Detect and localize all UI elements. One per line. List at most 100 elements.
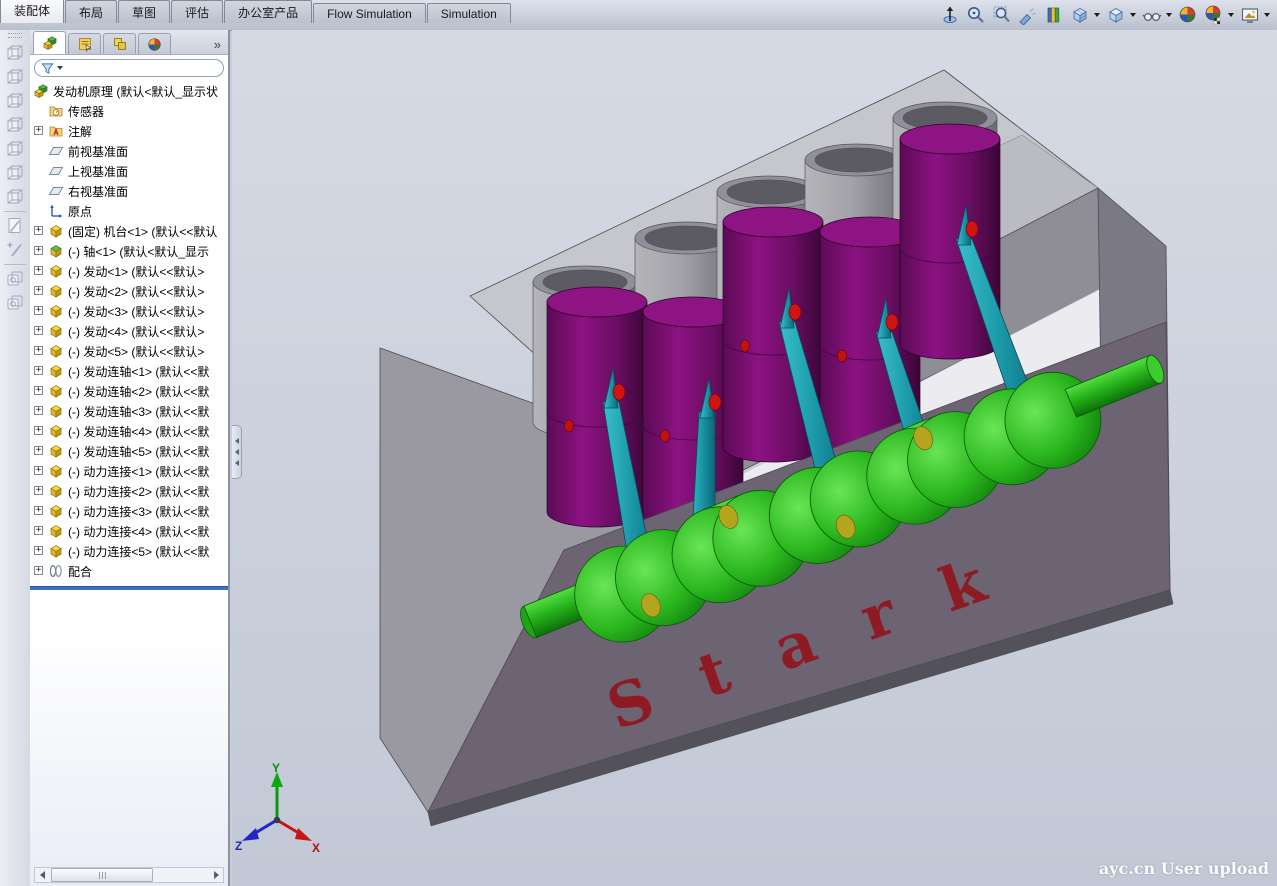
tree-item-right-plane[interactable]: 右视基准面 [30, 181, 228, 201]
expander[interactable]: + [34, 226, 43, 235]
previous-view-icon[interactable] [1016, 3, 1039, 26]
tree-item-machine-base[interactable]: +(固定) 机台<1> (默认<<默认 [30, 221, 228, 241]
tab-configuration-manager[interactable] [103, 33, 136, 54]
expander[interactable]: + [34, 126, 43, 135]
mates-icon [48, 563, 64, 579]
hide-show-items-dropdown[interactable] [1166, 13, 1172, 17]
tab-sketch[interactable]: 草图 [118, 0, 170, 23]
view-settings-icon[interactable] [1238, 3, 1261, 26]
tree-item-top-plane[interactable]: 上视基准面 [30, 161, 228, 181]
tree-item-conrod-1[interactable]: +(-) 发动连轴<1> (默认<<默 [30, 361, 228, 381]
tab-office-products[interactable]: 办公室产品 [224, 0, 312, 23]
expander[interactable]: + [34, 386, 43, 395]
front-view-icon[interactable] [4, 42, 26, 64]
tree-item-piston-4[interactable]: +(-) 发动<4> (默认<<默认> [30, 321, 228, 341]
reference-geometry-icon[interactable] [4, 268, 26, 290]
expander[interactable]: + [34, 426, 43, 435]
expander[interactable]: + [34, 286, 43, 295]
tab-feature-manager[interactable] [33, 31, 66, 54]
expander[interactable]: + [34, 246, 43, 255]
tree-item-shaft[interactable]: +(-) 轴<1> (默认<默认_显示 [30, 241, 228, 261]
tree-item-piston-3[interactable]: +(-) 发动<3> (默认<<默认> [30, 301, 228, 321]
tab-layout[interactable]: 布局 [65, 0, 117, 23]
expander[interactable]: + [34, 266, 43, 275]
view-orientation-icon[interactable] [1068, 3, 1091, 26]
scroll-thumb[interactable] [51, 868, 153, 882]
edit-appearance-dropdown[interactable] [1228, 13, 1234, 17]
panel-tabs-overflow[interactable]: » [210, 37, 225, 54]
assembly-icon [33, 83, 49, 99]
back-view-icon[interactable] [4, 66, 26, 88]
expander[interactable]: + [34, 446, 43, 455]
filter-input[interactable] [34, 59, 224, 77]
tree-item-powerlink-5[interactable]: +(-) 动力连接<5> (默认<<默 [30, 541, 228, 561]
display-style-dropdown[interactable] [1130, 13, 1136, 17]
tab-flow-simulation[interactable]: Flow Simulation [313, 3, 426, 23]
graphics-area[interactable]: S t a r k [232, 30, 1277, 886]
part-icon [48, 263, 64, 279]
tree-item-conrod-3[interactable]: +(-) 发动连轴<3> (默认<<默 [30, 401, 228, 421]
zoom-to-fit-icon[interactable] [964, 3, 987, 26]
section-view-icon[interactable] [1042, 3, 1065, 26]
tree-item-origin[interactable]: 原点 [30, 201, 228, 221]
view-settings-dropdown[interactable] [1264, 13, 1270, 17]
expander[interactable]: + [34, 346, 43, 355]
panel-collapse-handle[interactable] [232, 425, 242, 479]
tree-item-powerlink-2[interactable]: +(-) 动力连接<2> (默认<<默 [30, 481, 228, 501]
expander[interactable]: + [34, 326, 43, 335]
tab-assembly[interactable]: 装配体 [0, 0, 64, 23]
tab-display-manager[interactable] [138, 33, 171, 54]
hide-show-items-icon[interactable] [1140, 3, 1163, 26]
scroll-right-arrow[interactable] [209, 869, 223, 882]
panel-horizontal-scrollbar[interactable] [34, 867, 224, 883]
normal-to-icon[interactable] [938, 3, 961, 26]
expander[interactable]: + [34, 546, 43, 555]
expander[interactable]: + [34, 566, 43, 575]
tree-item-mates[interactable]: +配合 [30, 561, 228, 581]
tree-item-piston-5[interactable]: +(-) 发动<5> (默认<<默认> [30, 341, 228, 361]
sketch-icon[interactable] [4, 215, 26, 237]
expander[interactable]: + [34, 366, 43, 375]
view-orientation-dropdown[interactable] [1094, 13, 1100, 17]
tab-property-manager[interactable] [68, 33, 101, 54]
expander[interactable]: + [34, 526, 43, 535]
right-view-icon[interactable] [4, 114, 26, 136]
tree-item-conrod-4[interactable]: +(-) 发动连轴<4> (默认<<默 [30, 421, 228, 441]
isometric-view-icon[interactable] [4, 186, 26, 208]
component-layers-icon[interactable] [4, 292, 26, 314]
display-style-icon[interactable] [1104, 3, 1127, 26]
filter-funnel-icon [41, 62, 54, 75]
tree-item-conrod-5[interactable]: +(-) 发动连轴<5> (默认<<默 [30, 441, 228, 461]
tree-item-powerlink-1[interactable]: +(-) 动力连接<1> (默认<<默 [30, 461, 228, 481]
expander[interactable]: + [34, 506, 43, 515]
expander[interactable]: + [34, 466, 43, 475]
edit-appearance-icon[interactable] [1202, 3, 1225, 26]
tree-item-powerlink-3[interactable]: +(-) 动力连接<3> (默认<<默 [30, 501, 228, 521]
toolbar-grip[interactable] [8, 33, 22, 38]
panel-split-bar[interactable] [30, 586, 228, 590]
apply-scene-icon[interactable] [1176, 3, 1199, 26]
bottom-view-icon[interactable] [4, 162, 26, 184]
tree-item-piston-2[interactable]: +(-) 发动<2> (默认<<默认> [30, 281, 228, 301]
scroll-left-arrow[interactable] [35, 869, 49, 882]
expander[interactable]: + [34, 486, 43, 495]
top-view-icon[interactable] [4, 138, 26, 160]
zoom-to-area-icon[interactable] [990, 3, 1013, 26]
sensors-folder-icon [48, 103, 64, 119]
tree-item-front-plane[interactable]: 前视基准面 [30, 141, 228, 161]
tree-item-piston-1[interactable]: +(-) 发动<1> (默认<<默认> [30, 261, 228, 281]
tree-item-annotations[interactable]: +注解 [30, 121, 228, 141]
tab-simulation[interactable]: Simulation [427, 3, 511, 23]
tree-item-assembly-root[interactable]: 发动机原理 (默认<默认_显示状 [30, 81, 228, 101]
expander[interactable]: + [34, 306, 43, 315]
tree-item-conrod-2[interactable]: +(-) 发动连轴<2> (默认<<默 [30, 381, 228, 401]
tab-evaluate[interactable]: 评估 [171, 0, 223, 23]
filter-row [30, 55, 228, 79]
tree-item-sensors[interactable]: 传感器 [30, 101, 228, 121]
left-view-icon[interactable] [4, 90, 26, 112]
filter-dropdown-icon[interactable] [57, 66, 63, 70]
3d-sketch-icon[interactable] [4, 239, 26, 261]
expander[interactable]: + [34, 406, 43, 415]
triad-z-label: Z [235, 839, 242, 853]
tree-item-powerlink-4[interactable]: +(-) 动力连接<4> (默认<<默 [30, 521, 228, 541]
